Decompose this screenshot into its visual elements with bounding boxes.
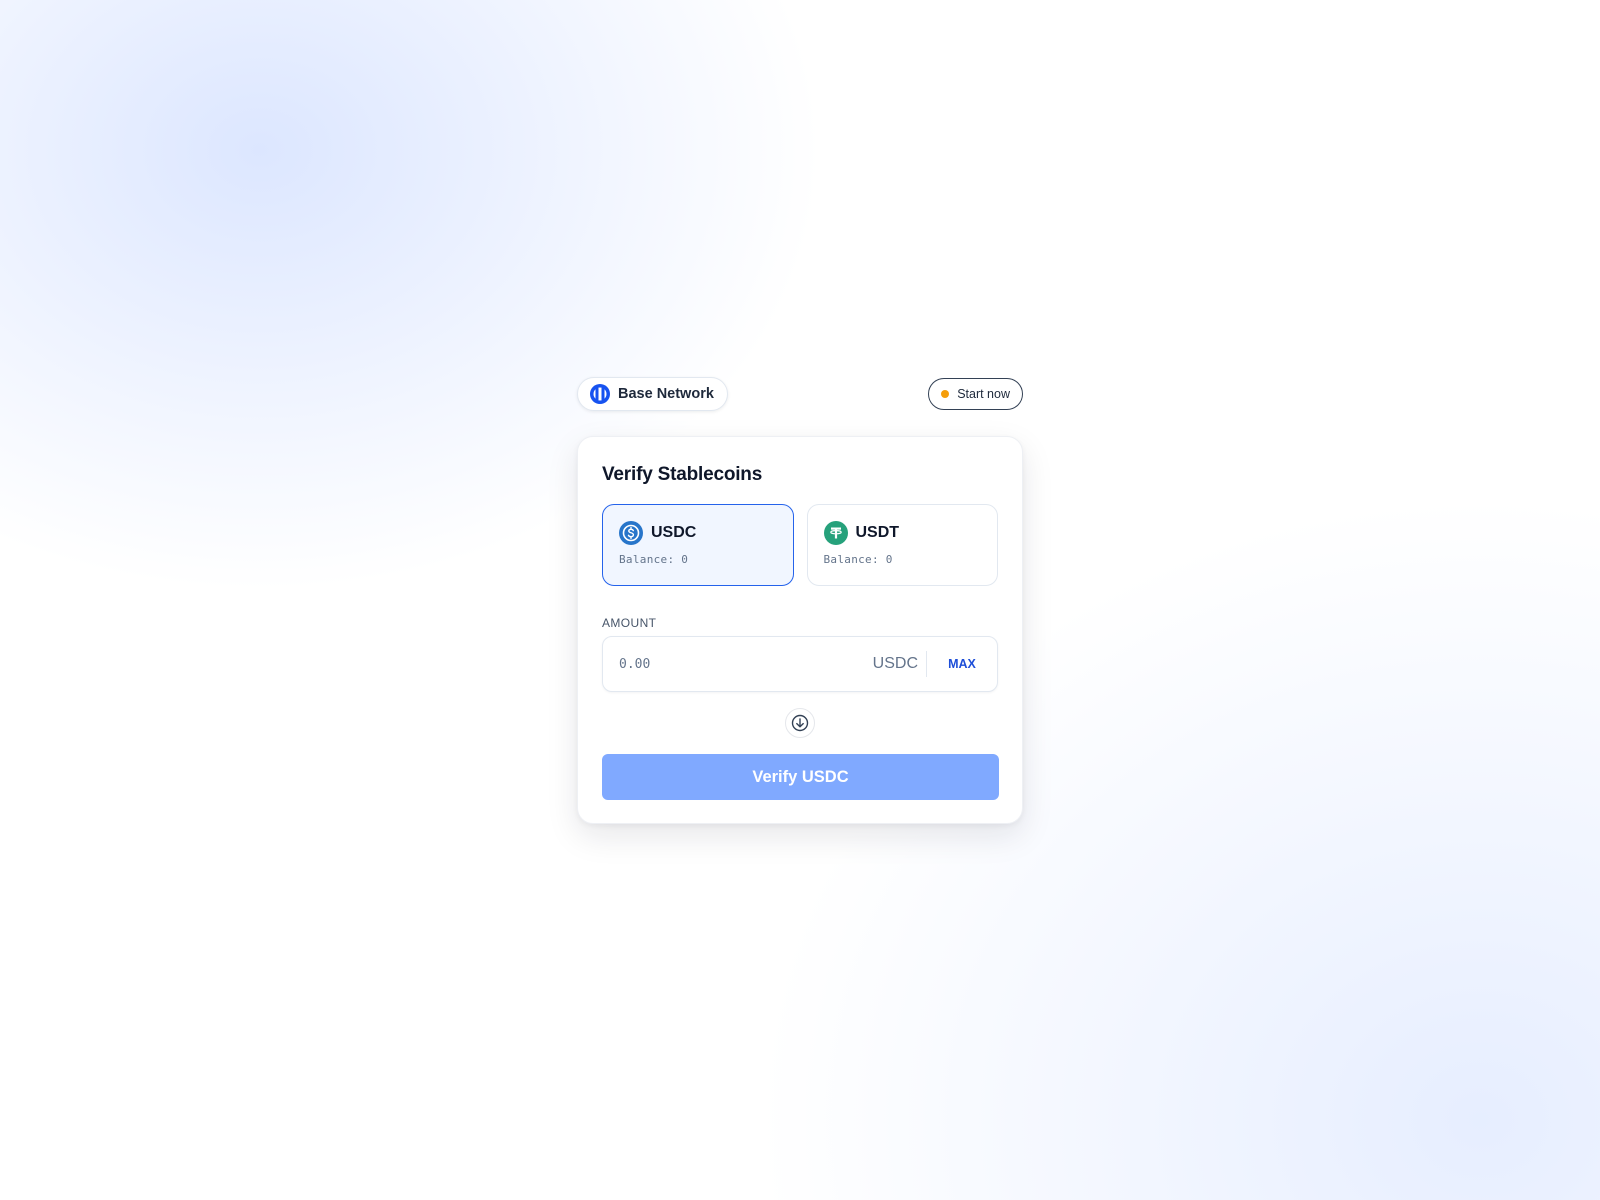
max-button[interactable]: MAX [927,637,997,691]
verify-panel: Base Network Start now Verify Stablecoin… [577,377,1023,824]
usdc-icon [619,521,643,545]
network-label: Base Network [618,386,714,402]
token-balance: Balance: 0 [823,553,893,566]
token-selector: USDC Balance: 0 USDT Balance: 0 [602,504,998,586]
swap-direction-button[interactable] [785,708,815,738]
amount-field: USDC MAX [602,636,998,692]
token-option-usdt[interactable]: USDT Balance: 0 [806,504,998,586]
token-symbol: USDT [855,524,900,541]
arrow-down-circle-icon [791,714,809,732]
token-option-usdc[interactable]: USDC Balance: 0 [602,504,794,586]
top-bar: Base Network Start now [577,377,1023,411]
network-selector[interactable]: Base Network [577,377,728,411]
amount-label: AMOUNT [602,616,657,630]
usdt-icon [823,521,848,545]
amount-unit: USDC [872,655,918,672]
token-symbol: USDC [651,524,697,541]
status-dot [941,390,950,398]
token-balance: Balance: 0 [619,553,689,566]
amount-input[interactable] [619,656,873,672]
start-now-label: Start now [957,387,1010,401]
start-now-button[interactable]: Start now [928,378,1023,410]
base-logo-icon [590,384,610,404]
card-title: Verify Stablecoins [602,464,763,485]
verify-card: Verify Stablecoins USDC Balance: 0 USDT … [577,436,1023,824]
verify-button[interactable]: Verify USDC [602,754,999,800]
